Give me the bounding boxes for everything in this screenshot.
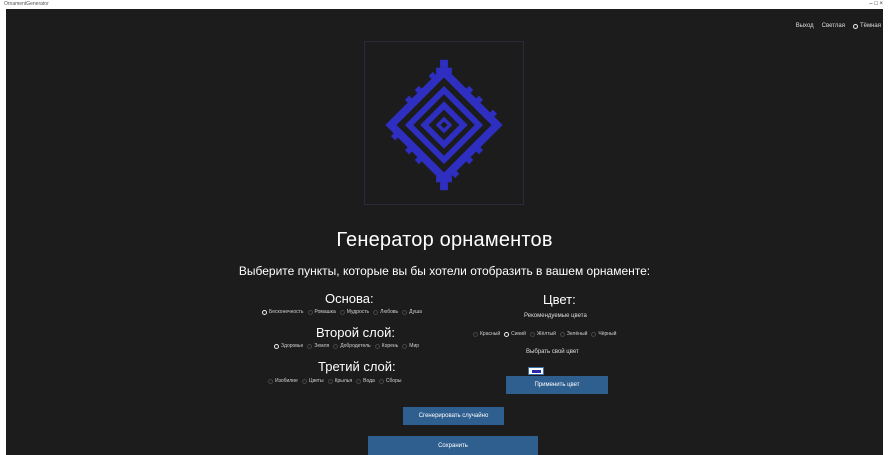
apply-color-button[interactable]: Применить цвет xyxy=(506,376,608,394)
radio-icon[interactable] xyxy=(591,331,597,337)
radio-icon[interactable] xyxy=(356,378,362,384)
color-options: Красный Синий Жёлтый Зелёный Чёрный xyxy=(473,331,616,337)
radio-icon[interactable] xyxy=(373,309,379,315)
radio-icon[interactable] xyxy=(473,331,478,337)
nav-exit[interactable]: Выход xyxy=(796,23,814,29)
theme-radio-icon[interactable] xyxy=(852,23,858,29)
layer2-option[interactable]: Земля xyxy=(307,343,329,349)
layer3-option[interactable]: Цветы xyxy=(301,378,324,384)
layer2-option[interactable]: Мир xyxy=(402,343,419,349)
ornament-preview xyxy=(364,41,524,205)
layer3-option[interactable]: Крылья xyxy=(327,378,352,384)
window-titlebar: OrnamentGenerator – □ × xyxy=(0,0,889,9)
top-nav: Выход Светлая Тёмная xyxy=(796,23,881,29)
radio-icon[interactable] xyxy=(559,331,565,337)
layer3-option[interactable]: Вода xyxy=(356,378,375,384)
ornament-image xyxy=(385,59,503,191)
radio-icon[interactable] xyxy=(268,378,273,384)
radio-icon[interactable] xyxy=(307,343,313,349)
generate-random-button[interactable]: Сгенерировать случайно xyxy=(403,407,504,425)
radio-icon[interactable] xyxy=(327,378,333,384)
layer3-option[interactable]: Изобилие xyxy=(268,378,298,384)
radio-icon[interactable] xyxy=(378,378,384,384)
recommended-colors-label: Рекомендуемые цвета xyxy=(524,313,587,319)
save-button[interactable]: Сохранить xyxy=(368,436,538,455)
page-title: Генератор орнаментов xyxy=(336,229,553,251)
base-section-title: Основа: xyxy=(325,291,374,306)
radio-icon[interactable] xyxy=(339,309,345,315)
color-option[interactable]: Красный xyxy=(473,331,500,337)
layer3-options: Изобилие Цветы Крылья Вода Сборы xyxy=(268,378,401,384)
base-option[interactable]: Бесконечность xyxy=(262,309,304,315)
radio-icon[interactable] xyxy=(333,343,339,349)
color-swatch-fill xyxy=(532,370,541,373)
base-option[interactable]: Любовь xyxy=(373,309,398,315)
base-option[interactable]: Ромашка xyxy=(307,309,336,315)
color-option[interactable]: Жёлтый xyxy=(529,331,556,337)
color-option[interactable]: Синий xyxy=(504,331,526,337)
app-window: Выход Светлая Тёмная Генератор орнаменто… xyxy=(6,9,883,455)
layer3-section-title: Третий слой: xyxy=(318,359,396,374)
layer2-section-title: Второй слой: xyxy=(316,325,395,340)
layer3-option[interactable]: Сборы xyxy=(378,378,401,384)
radio-icon[interactable] xyxy=(402,343,408,349)
radio-icon[interactable] xyxy=(374,343,380,349)
nav-theme-light[interactable]: Светлая xyxy=(822,23,845,29)
layer2-option[interactable]: Добродетель xyxy=(333,343,371,349)
radio-icon[interactable] xyxy=(301,378,307,384)
layer2-options: Здоровье Земля Добродетель Корень Мир xyxy=(274,343,419,349)
custom-color-picker[interactable] xyxy=(528,367,544,375)
page-subtitle: Выберите пункты, которые вы бы хотели от… xyxy=(238,264,651,278)
layer2-option[interactable]: Здоровье xyxy=(274,343,303,349)
nav-theme-dark[interactable]: Тёмная xyxy=(852,23,881,29)
window-controls[interactable]: – □ × xyxy=(869,0,883,9)
base-options: Бесконечность Ромашка Мудрость Любовь Ду… xyxy=(262,309,422,315)
custom-color-label: Выбрать свой цвет xyxy=(526,349,579,355)
radio-icon[interactable] xyxy=(529,331,535,337)
color-option[interactable]: Зелёный xyxy=(559,331,587,337)
radio-icon[interactable] xyxy=(402,309,408,315)
color-section-title: Цвет: xyxy=(543,292,576,307)
layer2-option[interactable]: Корень xyxy=(374,343,398,349)
radio-icon[interactable] xyxy=(504,331,510,337)
radio-icon[interactable] xyxy=(307,309,313,315)
window-title: OrnamentGenerator xyxy=(4,1,49,7)
base-option[interactable]: Душа xyxy=(402,309,422,315)
color-option[interactable]: Чёрный xyxy=(591,331,616,337)
radio-icon[interactable] xyxy=(274,343,279,349)
radio-icon[interactable] xyxy=(262,309,267,315)
base-option[interactable]: Мудрость xyxy=(339,309,369,315)
